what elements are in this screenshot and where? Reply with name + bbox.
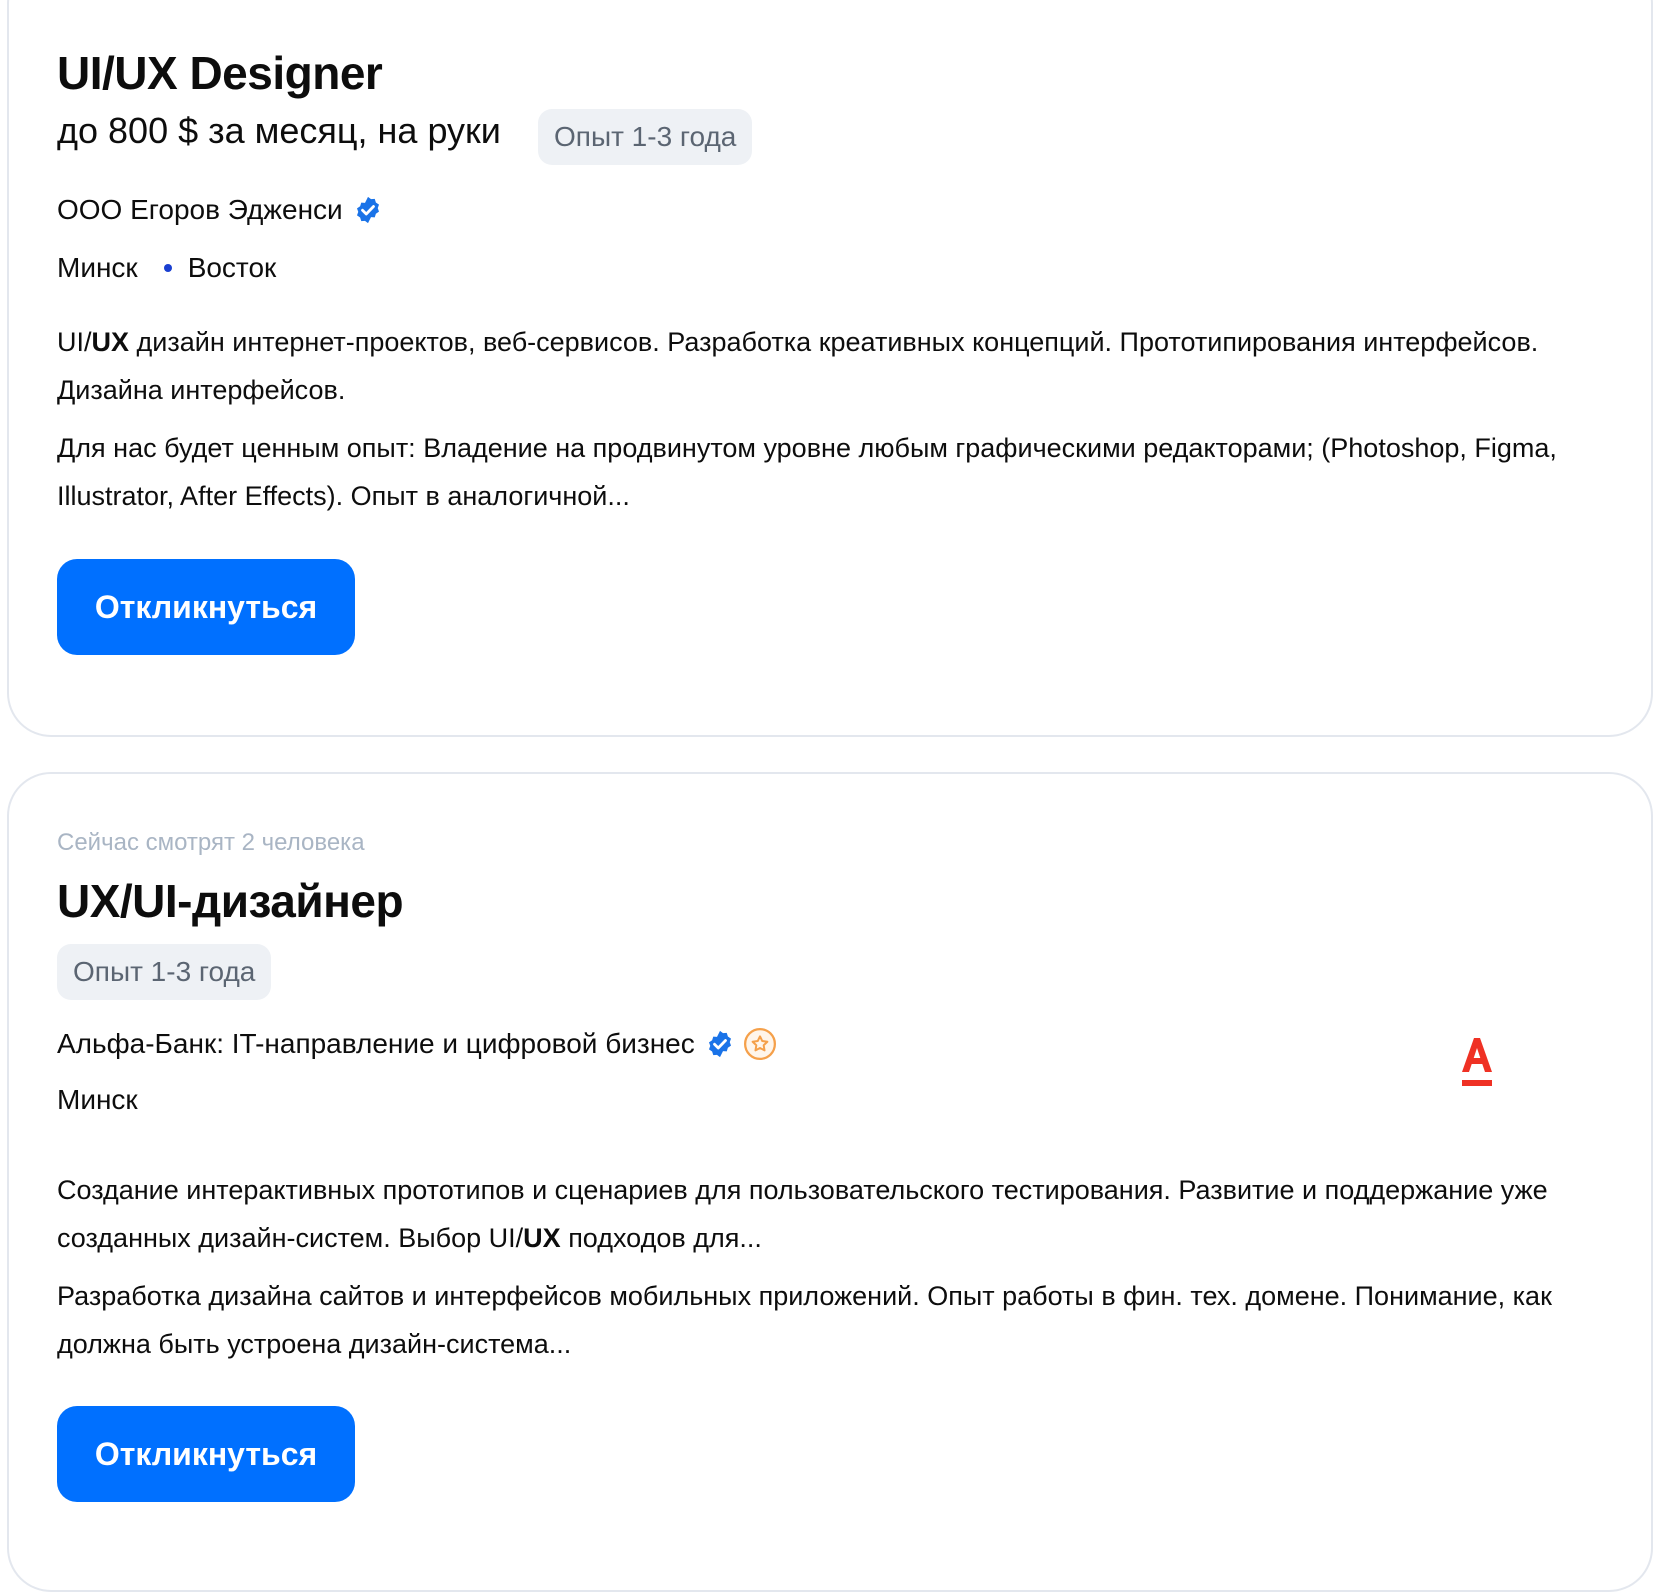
location-row: Минск Восток	[57, 252, 276, 284]
city: Минск	[57, 252, 138, 283]
apply-button[interactable]: Откликнуться	[57, 559, 355, 655]
verified-icon	[353, 195, 383, 225]
verified-icon	[705, 1029, 735, 1059]
company-name[interactable]: Альфа-Банк: IT-направление и цифровой би…	[57, 1028, 695, 1060]
company-row: ООО Егоров Эдженси	[57, 194, 383, 226]
apply-button[interactable]: Откликнуться	[57, 1406, 355, 1502]
company-logo[interactable]	[1458, 1034, 1496, 1095]
location-row: Минск	[57, 1084, 138, 1116]
vacancy-responsibilities: UI/UX дизайн интернет-проектов, веб-серв…	[57, 327, 1539, 405]
vacancy-requirements: Разработка дизайна сайтов и интерфейсов …	[57, 1281, 1552, 1359]
viewers-count: Сейчас смотрят 2 человека	[57, 829, 365, 856]
metro-station: Восток	[187, 252, 277, 283]
vacancy-card: Сейчас смотрят 2 человека UX/UI-дизайнер…	[7, 772, 1653, 1592]
employer-rating-icon[interactable]	[743, 1027, 777, 1061]
vacancy-title[interactable]: UX/UI-дизайнер	[57, 874, 404, 928]
experience-badge: Опыт 1-3 года	[57, 944, 272, 1000]
vacancy-responsibilities: Создание интерактивных прототипов и сцен…	[57, 1175, 1548, 1253]
experience-badge: Опыт 1-3 года	[538, 109, 753, 165]
vacancy-card: UI/UX Designer до 800 $ за месяц, на рук…	[7, 0, 1653, 737]
vacancy-salary: до 800 $ за месяц, на руки	[57, 110, 501, 151]
metro-dot-icon	[163, 264, 172, 272]
vacancy-requirements: Для нас будет ценным опыт: Владение на п…	[57, 433, 1557, 511]
vacancy-title[interactable]: UI/UX Designer	[57, 46, 383, 100]
city: Минск	[57, 1084, 138, 1115]
company-row: Альфа-Банк: IT-направление и цифровой би…	[57, 1027, 777, 1061]
company-name[interactable]: ООО Егоров Эдженси	[57, 194, 343, 226]
